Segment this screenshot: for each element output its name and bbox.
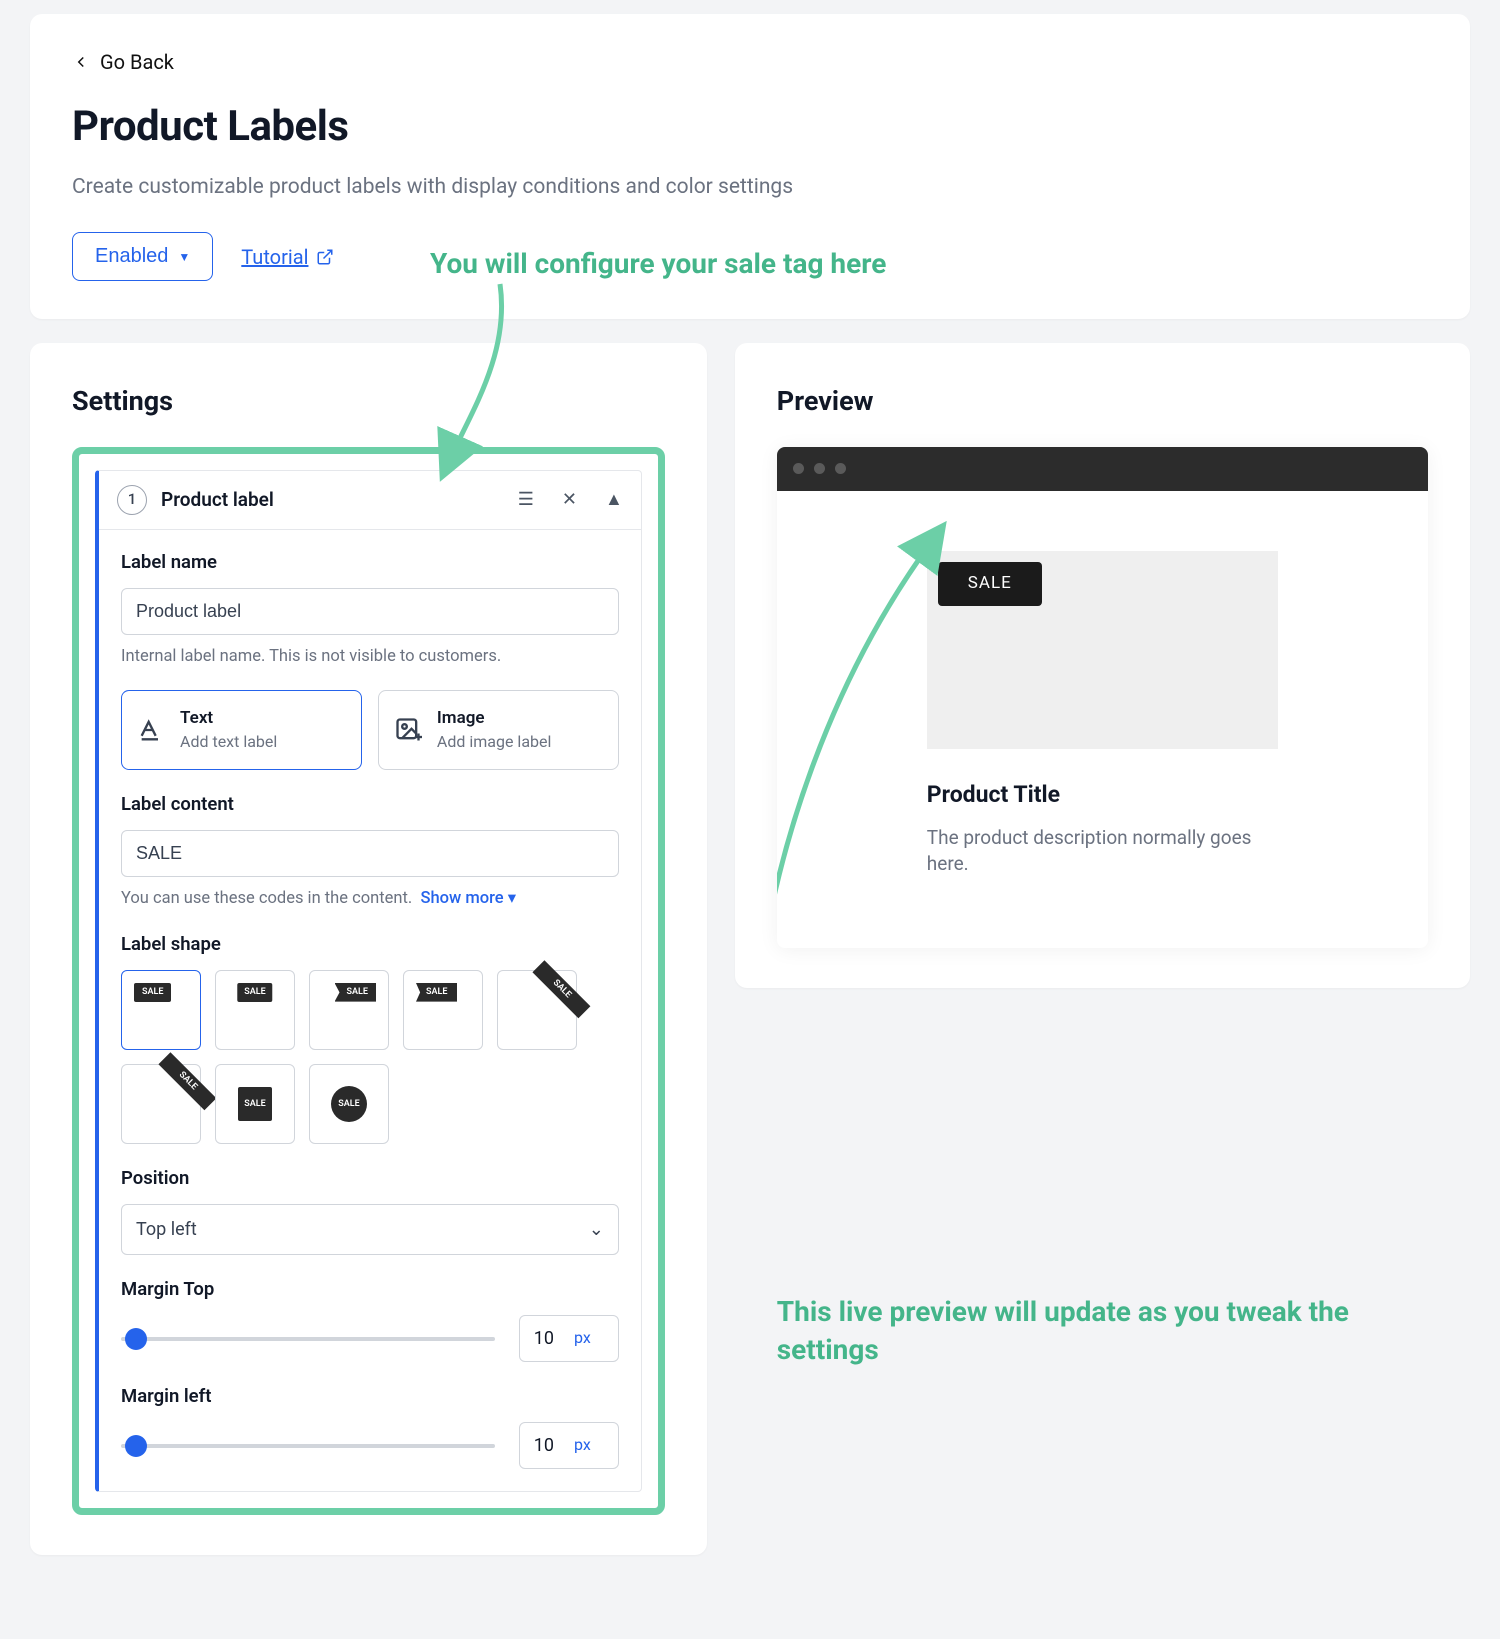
label-name-helper: Internal label name. This is not visible… bbox=[121, 645, 619, 668]
type-option-text[interactable]: Text Add text label bbox=[121, 690, 362, 770]
label-item-panel: 1 Product label ☰ ✕ ▲ Label name bbox=[95, 470, 642, 1492]
drag-handle-icon[interactable]: ☰ bbox=[518, 487, 534, 512]
shape-option-square[interactable]: SALE bbox=[215, 1064, 295, 1144]
preview-panel: Preview SALE Product Title The product d… bbox=[735, 343, 1470, 988]
type-option-image[interactable]: Image Add image label bbox=[378, 690, 619, 770]
shape-option-rect-topleft[interactable]: SALE bbox=[121, 970, 201, 1050]
label-name-label: Label name bbox=[121, 550, 619, 576]
label-content-input[interactable] bbox=[121, 830, 619, 877]
type-text-subtitle: Add text label bbox=[180, 731, 277, 753]
product-image-placeholder: SALE bbox=[927, 551, 1278, 749]
shape-option-arrow-left[interactable]: SALE bbox=[309, 970, 389, 1050]
arrow-left-icon bbox=[72, 53, 90, 71]
collapse-up-icon[interactable]: ▲ bbox=[605, 487, 623, 512]
preview-heading: Preview bbox=[777, 383, 1428, 421]
position-select[interactable]: Top left ⌄ bbox=[121, 1204, 619, 1255]
label-content-helper: You can use these codes in the content. … bbox=[121, 887, 619, 910]
type-image-title: Image bbox=[437, 707, 551, 731]
image-type-icon bbox=[393, 716, 423, 744]
margin-top-unit: px bbox=[574, 1327, 591, 1349]
go-back-label: Go Back bbox=[100, 48, 174, 76]
shape-option-arrow-notch[interactable]: SALE bbox=[403, 970, 483, 1050]
margin-left-label: Margin left bbox=[121, 1384, 619, 1410]
browser-mock: SALE Product Title The product descripti… bbox=[777, 447, 1428, 948]
tutorial-link[interactable]: Tutorial bbox=[241, 243, 334, 271]
shape-option-ribbon-tr-2[interactable]: SALE bbox=[121, 1064, 201, 1144]
enabled-label: Enabled bbox=[95, 245, 168, 268]
browser-bar bbox=[777, 447, 1428, 491]
enabled-dropdown[interactable]: Enabled ▼ bbox=[72, 232, 213, 281]
margin-top-slider[interactable] bbox=[121, 1337, 495, 1341]
label-shape-label: Label shape bbox=[121, 932, 619, 958]
page-subtitle: Create customizable product labels with … bbox=[72, 173, 1428, 202]
close-icon[interactable]: ✕ bbox=[562, 487, 577, 512]
label-item-title: Product label bbox=[161, 487, 274, 514]
margin-left-value: 10 bbox=[534, 1433, 554, 1458]
annotation-preview: This live preview will update as you twe… bbox=[777, 1293, 1397, 1369]
caret-down-icon: ▼ bbox=[178, 250, 190, 264]
position-label: Position bbox=[121, 1166, 619, 1192]
margin-top-value-box[interactable]: 10 px bbox=[519, 1315, 619, 1362]
product-description: The product description normally goes he… bbox=[927, 825, 1278, 878]
margin-left-value-box[interactable]: 10 px bbox=[519, 1422, 619, 1469]
settings-panel: Settings 1 Product label ☰ ✕ ▲ bbox=[30, 343, 707, 1555]
product-title: Product Title bbox=[927, 779, 1278, 811]
label-item-header: 1 Product label ☰ ✕ ▲ bbox=[99, 471, 641, 530]
settings-heading: Settings bbox=[72, 383, 665, 421]
settings-outline: 1 Product label ☰ ✕ ▲ Label name bbox=[72, 447, 665, 1515]
page-title: Product Labels bbox=[72, 98, 1428, 157]
shape-option-circle[interactable]: SALE bbox=[309, 1064, 389, 1144]
chevron-down-icon: ⌄ bbox=[589, 1217, 604, 1242]
chevron-down-icon: ▾ bbox=[508, 889, 516, 908]
shape-option-ribbon-tr[interactable]: SALE bbox=[497, 970, 577, 1050]
sale-label-preview: SALE bbox=[938, 562, 1042, 606]
tutorial-label: Tutorial bbox=[241, 243, 308, 271]
show-more-link[interactable]: Show more ▾ bbox=[420, 889, 516, 908]
margin-top-value: 10 bbox=[534, 1326, 554, 1351]
type-image-subtitle: Add image label bbox=[437, 731, 551, 753]
label-content-label: Label content bbox=[121, 792, 619, 818]
window-dot-icon bbox=[814, 463, 825, 474]
slider-thumb[interactable] bbox=[125, 1435, 147, 1457]
external-link-icon bbox=[316, 248, 334, 266]
margin-left-unit: px bbox=[574, 1434, 591, 1456]
window-dot-icon bbox=[793, 463, 804, 474]
label-number-badge: 1 bbox=[117, 485, 147, 515]
window-dot-icon bbox=[835, 463, 846, 474]
margin-left-slider[interactable] bbox=[121, 1444, 495, 1448]
shape-option-rect-center[interactable]: SALE bbox=[215, 970, 295, 1050]
position-value: Top left bbox=[136, 1217, 197, 1242]
header-card: Go Back Product Labels Create customizab… bbox=[30, 14, 1470, 319]
type-text-title: Text bbox=[180, 707, 277, 731]
slider-thumb[interactable] bbox=[125, 1328, 147, 1350]
go-back-link[interactable]: Go Back bbox=[72, 48, 174, 76]
label-name-input[interactable] bbox=[121, 588, 619, 635]
annotation-arrow-2 bbox=[777, 521, 947, 948]
text-type-icon bbox=[136, 716, 166, 744]
margin-top-label: Margin Top bbox=[121, 1277, 619, 1303]
